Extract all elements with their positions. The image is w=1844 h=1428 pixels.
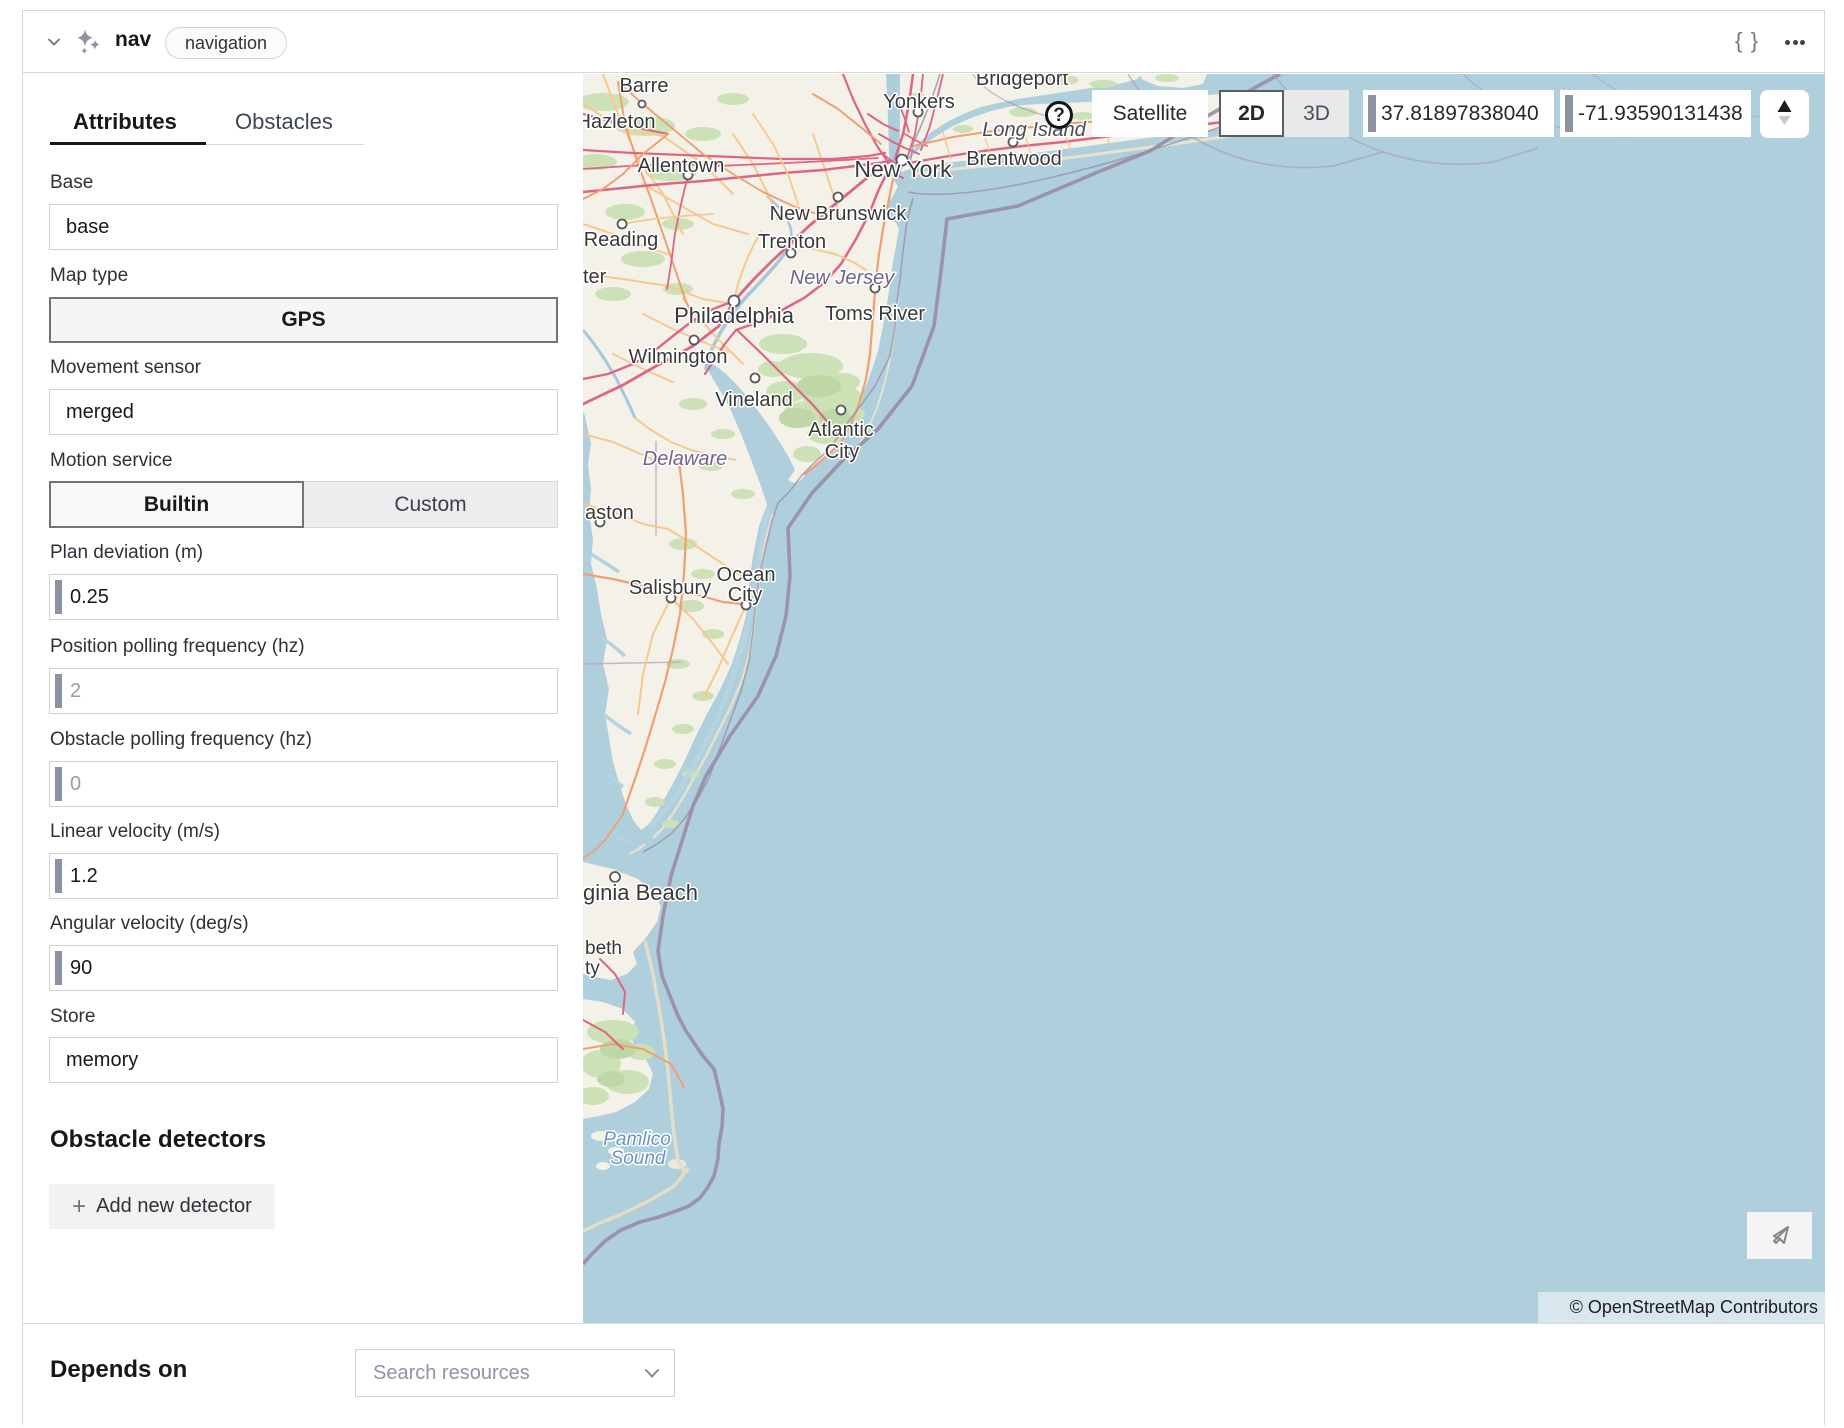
svg-text:Allentown: Allentown [638, 155, 725, 177]
svg-text:ter: ter [583, 266, 607, 288]
svg-text:Wilmington: Wilmington [629, 346, 728, 368]
svg-text:Pamlico: Pamlico [603, 1129, 671, 1150]
svg-text:Barre: Barre [620, 75, 669, 97]
svg-text:Bridgeport: Bridgeport [976, 74, 1069, 90]
svg-text:Salisbury: Salisbury [629, 577, 711, 599]
svg-text:aston: aston [585, 502, 634, 524]
svg-text:Atlantic: Atlantic [808, 419, 874, 441]
svg-text:beth: beth [585, 938, 622, 959]
svg-text:Sound: Sound [611, 1148, 667, 1169]
svg-text:Toms River: Toms River [825, 303, 925, 325]
svg-text:Hazleton: Hazleton [583, 111, 655, 133]
svg-text:New Brunswick: New Brunswick [770, 203, 908, 225]
svg-text:Ocean: Ocean [717, 564, 776, 586]
svg-text:Philadelphia: Philadelphia [674, 303, 795, 328]
svg-text:New York: New York [854, 156, 952, 182]
svg-text:ty: ty [585, 958, 600, 979]
svg-text:Vineland: Vineland [715, 389, 792, 411]
svg-text:New Jersey: New Jersey [790, 267, 895, 289]
svg-text:Trenton: Trenton [758, 231, 826, 253]
svg-text:City: City [728, 584, 762, 606]
svg-text:ginia Beach: ginia Beach [583, 880, 698, 905]
svg-text:Reading: Reading [584, 229, 659, 251]
svg-text:City: City [825, 441, 859, 463]
svg-text:Delaware: Delaware [643, 448, 727, 470]
svg-text:Yonkers: Yonkers [883, 91, 955, 113]
svg-text:Brentwood: Brentwood [966, 148, 1062, 170]
